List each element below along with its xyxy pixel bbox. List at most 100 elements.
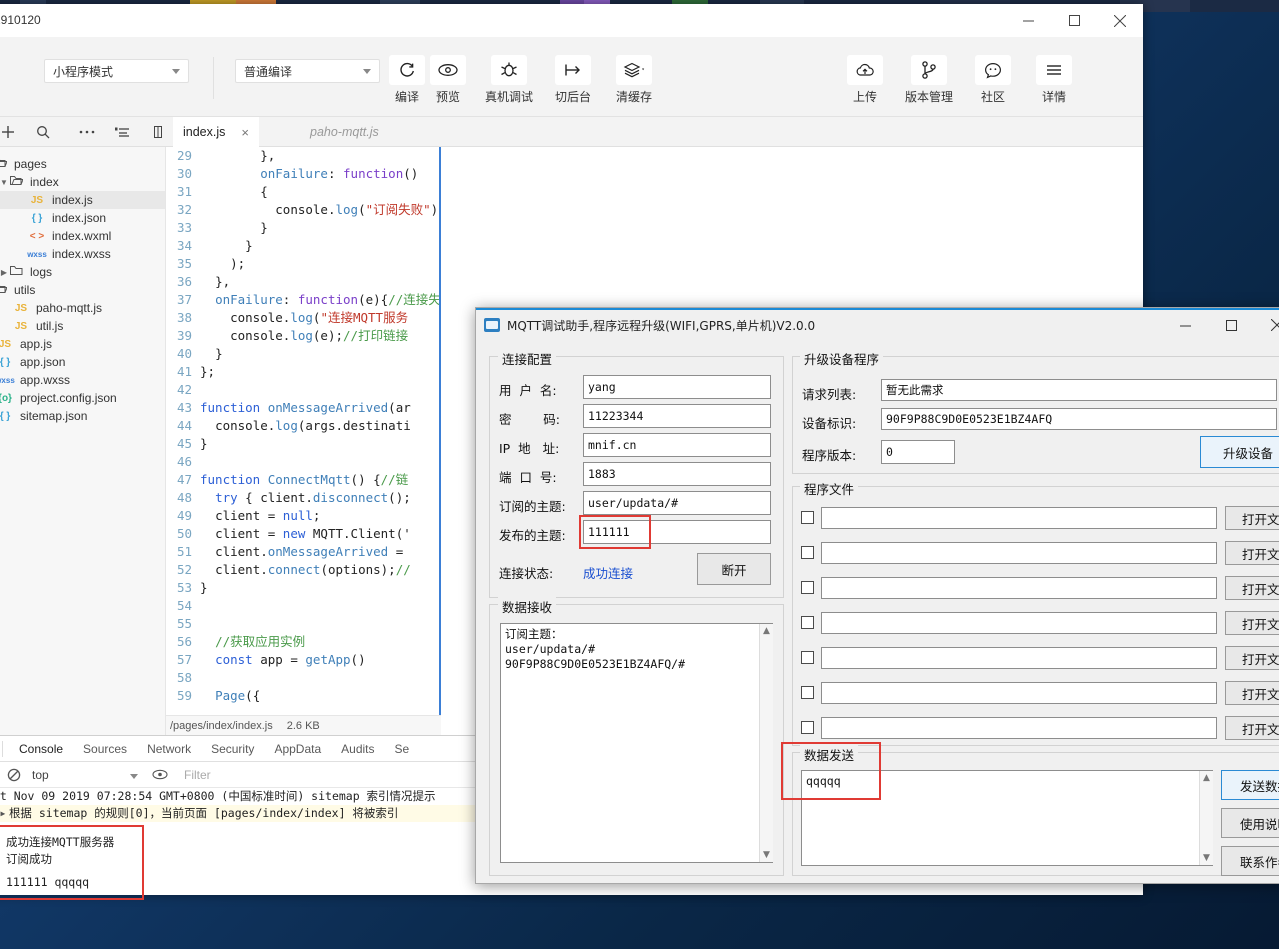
mqtt-minimize-button[interactable] bbox=[1163, 310, 1207, 340]
scroll-up-icon[interactable]: ▲ bbox=[760, 624, 773, 638]
code-line[interactable]: 39 console.log(e);//打印链接 bbox=[166, 327, 441, 345]
code-line[interactable]: 38 console.log("连接MQTT服务 bbox=[166, 309, 441, 327]
explorer-item-index-js[interactable]: JSindex.js bbox=[0, 191, 165, 209]
program-file-input[interactable] bbox=[821, 647, 1217, 669]
code-line[interactable]: 29 }, bbox=[166, 147, 441, 165]
contact-author-button[interactable]: 联系作者 bbox=[1221, 846, 1279, 876]
code-line[interactable]: 56 //获取应用实例 bbox=[166, 633, 441, 651]
scroll-down-icon[interactable]: ▼ bbox=[760, 848, 773, 862]
search-icon[interactable] bbox=[31, 121, 55, 143]
device-id-input[interactable]: 90F9P88C9D0E0523E1BZ4AFQ bbox=[881, 408, 1277, 430]
devtools-tab-se[interactable]: Se bbox=[385, 736, 420, 762]
version-manage-button[interactable]: 版本管理 bbox=[901, 55, 957, 105]
code-line[interactable]: 58 bbox=[166, 669, 441, 687]
explorer-item-app-wxss[interactable]: wxssapp.wxss bbox=[0, 371, 165, 389]
explorer-item-project-config-json[interactable]: {o}project.config.json bbox=[0, 389, 165, 407]
code-line[interactable]: 47function ConnectMqtt() {//链 bbox=[166, 471, 441, 489]
compile-select[interactable]: 普通编译 bbox=[235, 59, 380, 83]
code-line[interactable]: 59 Page({ bbox=[166, 687, 441, 705]
port-input[interactable]: 1883 bbox=[583, 462, 771, 486]
send-scrollbar[interactable]: ▲ ▼ bbox=[1199, 771, 1213, 865]
program-version-input[interactable]: 0 bbox=[881, 440, 955, 464]
program-file-input[interactable] bbox=[821, 507, 1217, 529]
chevron-right-icon[interactable]: ▶ bbox=[0, 268, 10, 277]
code-line[interactable]: 43function onMessageArrived(ar bbox=[166, 399, 441, 417]
open-file-button[interactable]: 打开文件 bbox=[1225, 681, 1279, 705]
editor-tab-paho-mqtt-js[interactable]: paho-mqtt.js bbox=[300, 117, 389, 147]
outline-icon[interactable] bbox=[111, 121, 135, 143]
program-file-checkbox[interactable] bbox=[801, 721, 814, 734]
code-line[interactable]: 33 } bbox=[166, 219, 441, 237]
code-line[interactable]: 36 }, bbox=[166, 273, 441, 291]
code-line[interactable]: 52 client.connect(options);// bbox=[166, 561, 441, 579]
switch-background-button[interactable]: 切后台 bbox=[545, 55, 601, 105]
program-file-input[interactable] bbox=[821, 542, 1217, 564]
code-line[interactable]: 41}; bbox=[166, 363, 441, 381]
program-file-checkbox[interactable] bbox=[801, 546, 814, 559]
code-line[interactable]: 55 bbox=[166, 615, 441, 633]
devtools-tab-appdata[interactable]: AppData bbox=[264, 736, 331, 762]
devtools-tab-security[interactable]: Security bbox=[201, 736, 264, 762]
explorer-item-logs[interactable]: ▶logs bbox=[0, 263, 165, 281]
explorer-item-util-js[interactable]: JSutil.js bbox=[0, 317, 165, 335]
code-line[interactable]: 51 client.onMessageArrived = bbox=[166, 543, 441, 561]
community-button[interactable]: 社区 bbox=[965, 55, 1021, 105]
toolbar-avatar-label[interactable]: 支 bbox=[0, 59, 6, 75]
scroll-down-icon[interactable]: ▼ bbox=[1200, 851, 1213, 865]
code-line[interactable]: 30 onFailure: function() bbox=[166, 165, 441, 183]
explorer-item-app-js[interactable]: JSapp.js bbox=[0, 335, 165, 353]
open-file-button[interactable]: 打开文件 bbox=[1225, 716, 1279, 740]
program-file-input[interactable] bbox=[821, 682, 1217, 704]
more-icon[interactable] bbox=[75, 121, 99, 143]
editor-tab-index-js[interactable]: index.js × bbox=[173, 117, 259, 147]
program-file-checkbox[interactable] bbox=[801, 511, 814, 524]
code-line[interactable]: 48 try { client.disconnect(); bbox=[166, 489, 441, 507]
code-line[interactable]: 49 client = null; bbox=[166, 507, 441, 525]
code-line[interactable]: 42 bbox=[166, 381, 441, 399]
code-line[interactable]: 32 console.log("订阅失败"); bbox=[166, 201, 441, 219]
program-file-input[interactable] bbox=[821, 612, 1217, 634]
explorer-item-index-wxml[interactable]: < >index.wxml bbox=[0, 227, 165, 245]
open-file-button[interactable]: 打开文件 bbox=[1225, 506, 1279, 530]
mqtt-maximize-button[interactable] bbox=[1209, 310, 1253, 340]
explorer-item-app-json[interactable]: { }app.json bbox=[0, 353, 165, 371]
open-file-button[interactable]: 打开文件 bbox=[1225, 541, 1279, 565]
console-context-select[interactable]: top bbox=[32, 768, 142, 782]
clear-console-icon[interactable] bbox=[4, 765, 24, 785]
open-file-button[interactable]: 打开文件 bbox=[1225, 646, 1279, 670]
instructions-button[interactable]: 使用说明 bbox=[1221, 808, 1279, 838]
explorer-item-paho-mqtt-js[interactable]: JSpaho-mqtt.js bbox=[0, 299, 165, 317]
details-button[interactable]: 详情 bbox=[1026, 55, 1082, 105]
split-editor-icon[interactable] bbox=[146, 121, 170, 143]
chevron-right-icon[interactable]: ▶ bbox=[0, 805, 9, 822]
code-line[interactable]: 44 console.log(args.destinati bbox=[166, 417, 441, 435]
username-input[interactable]: yang bbox=[583, 375, 771, 399]
code-line[interactable]: 34 } bbox=[166, 237, 441, 255]
explorer-item-sitemap-json[interactable]: { }sitemap.json bbox=[0, 407, 165, 425]
password-input[interactable]: 11223344 bbox=[583, 404, 771, 428]
mqtt-close-button[interactable] bbox=[1255, 310, 1279, 340]
program-file-checkbox[interactable] bbox=[801, 686, 814, 699]
explorer-item-index-json[interactable]: { }index.json bbox=[0, 209, 165, 227]
receive-textarea[interactable]: 订阅主题： user/updata/# 90F9P88C9D0E0523E1BZ… bbox=[500, 623, 773, 863]
ide-close-button[interactable] bbox=[1097, 4, 1143, 37]
preview-button[interactable]: 预览 bbox=[420, 55, 476, 105]
console-filter-input[interactable]: Filter bbox=[184, 768, 211, 782]
scroll-up-icon[interactable]: ▲ bbox=[1200, 771, 1213, 785]
program-file-checkbox[interactable] bbox=[801, 581, 814, 594]
code-line[interactable]: 35 ); bbox=[166, 255, 441, 273]
console-prompt-icon[interactable]: ❯ bbox=[0, 894, 1, 908]
real-device-debug-button[interactable]: 真机调试 bbox=[481, 55, 537, 105]
disconnect-button[interactable]: 断开 bbox=[697, 553, 771, 585]
code-line[interactable]: 57 const app = getApp() bbox=[166, 651, 441, 669]
close-icon[interactable]: × bbox=[241, 125, 249, 140]
open-file-button[interactable]: 打开文件 bbox=[1225, 611, 1279, 635]
code-line[interactable]: 54 bbox=[166, 597, 441, 615]
send-data-button[interactable]: 发送数据 bbox=[1221, 770, 1279, 800]
program-file-input[interactable] bbox=[821, 717, 1217, 739]
file-explorer[interactable]: ▼pages▼indexJSindex.js{ }index.json< >in… bbox=[0, 147, 166, 735]
devtools-tab-console[interactable]: Console bbox=[9, 736, 73, 762]
code-line[interactable]: 53} bbox=[166, 579, 441, 597]
devtools-tab-audits[interactable]: Audits bbox=[331, 736, 384, 762]
ip-address-input[interactable]: mnif.cn bbox=[583, 433, 771, 457]
